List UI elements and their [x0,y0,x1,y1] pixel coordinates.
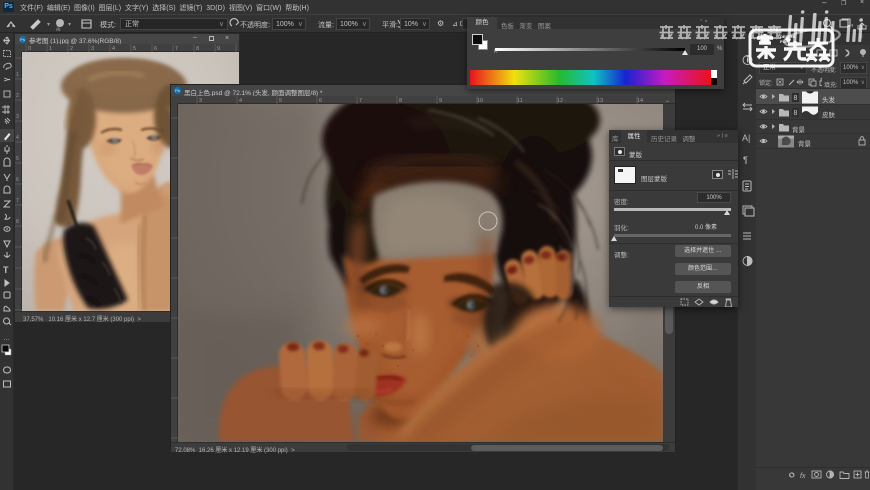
svg-text:1: 1 [16,72,19,78]
svg-text:6: 6 [16,177,19,183]
svg-text:5: 5 [16,156,19,162]
svg-text:7: 7 [16,198,19,204]
svg-text:¶: ¶ [743,155,748,165]
svg-text:4: 4 [16,135,19,141]
svg-text:fx: fx [800,473,806,480]
svg-text:▾: ▾ [68,22,71,28]
svg-text:3: 3 [16,114,19,120]
svg-text:画: 画 [56,27,61,33]
svg-text:2: 2 [16,93,19,99]
svg-text:8: 8 [16,219,19,225]
svg-text:T: T [3,265,9,275]
svg-text:▾: ▾ [47,22,50,28]
svg-text:…: … [3,335,10,342]
